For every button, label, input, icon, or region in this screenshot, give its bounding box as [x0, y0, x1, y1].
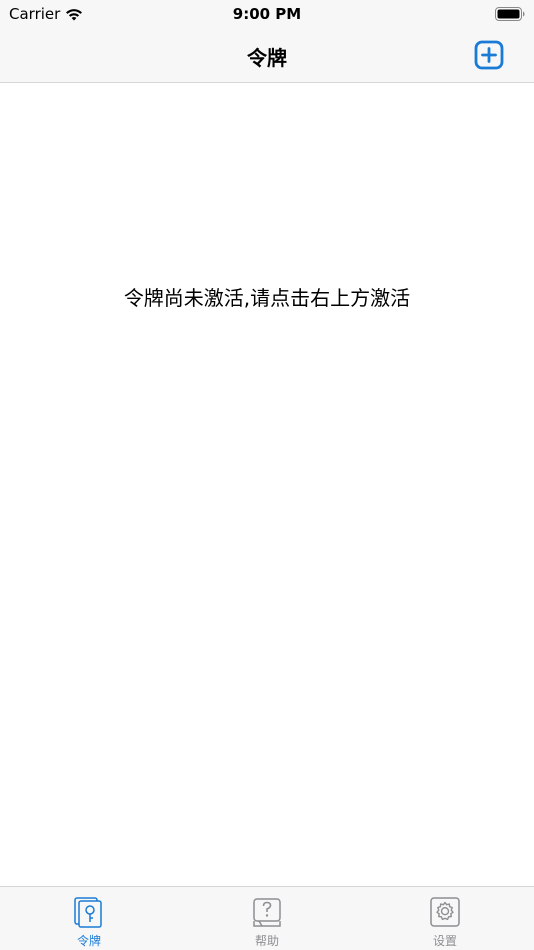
status-bar: Carrier 9:00 PM	[0, 0, 534, 30]
navigation-bar: 令牌	[0, 30, 534, 83]
plus-square-icon	[474, 40, 504, 70]
page-title: 令牌	[247, 46, 287, 70]
tab-help-label: 帮助	[254, 934, 279, 948]
settings-icon	[430, 897, 460, 927]
tab-settings-label: 设置	[432, 934, 457, 948]
tab-bar: 令牌 帮助 设置	[0, 886, 534, 950]
status-time: 9:00 PM	[232, 5, 302, 23]
token-icon	[74, 897, 102, 928]
add-button[interactable]	[474, 40, 504, 70]
help-icon	[253, 898, 281, 927]
main-content: 令牌尚未激活,请点击右上方激活	[0, 84, 534, 886]
tab-help[interactable]: 帮助	[178, 887, 356, 950]
tab-token[interactable]: 令牌	[0, 887, 178, 950]
battery-icon	[495, 7, 525, 21]
tab-token-label: 令牌	[76, 934, 101, 948]
empty-state-message: 令牌尚未激活,请点击右上方激活	[123, 286, 411, 310]
tab-settings[interactable]: 设置	[356, 887, 534, 950]
